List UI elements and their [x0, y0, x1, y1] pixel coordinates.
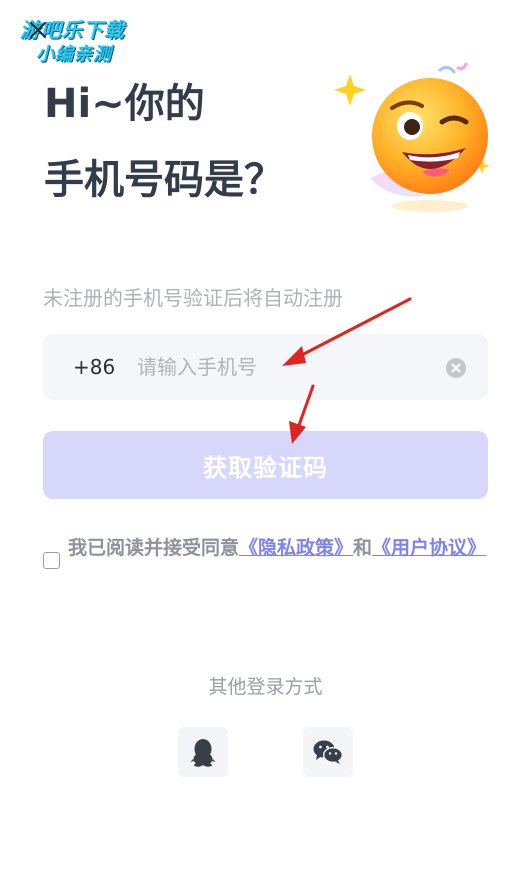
watermark-line2: 小编亲测: [36, 44, 112, 65]
user-agreement-link[interactable]: 《用户协议》: [372, 537, 486, 559]
qq-login-button[interactable]: [178, 727, 228, 777]
winking-face-emoji: [330, 60, 500, 220]
qq-icon: [190, 739, 216, 767]
get-code-button[interactable]: 获取验证码: [43, 431, 488, 499]
agreement-prefix: 我已阅读并接受同意: [68, 537, 240, 559]
phone-field[interactable]: +86: [43, 334, 488, 400]
other-login-label: 其他登录方式: [208, 676, 323, 698]
title-line2: 手机号码是？: [44, 157, 284, 203]
agreement-text: 我已阅读并接受同意《隐私政策》和《用户协议》: [68, 532, 493, 565]
title-line1: Hi~你的: [44, 81, 205, 127]
agreement-conjunction: 和: [353, 537, 373, 559]
page-title: Hi~你的 手机号码是？: [44, 82, 364, 202]
wechat-login-button[interactable]: [303, 727, 353, 777]
close-icon[interactable]: [26, 18, 50, 42]
phone-input[interactable]: [137, 348, 437, 386]
clear-icon[interactable]: [446, 358, 466, 378]
privacy-policy-link[interactable]: 《隐私政策》: [239, 537, 353, 559]
country-code[interactable]: +86: [73, 355, 115, 379]
agreement-checkbox[interactable]: [43, 552, 60, 569]
register-hint: 未注册的手机号验证后将自动注册: [43, 286, 343, 310]
wechat-icon: [313, 740, 343, 764]
